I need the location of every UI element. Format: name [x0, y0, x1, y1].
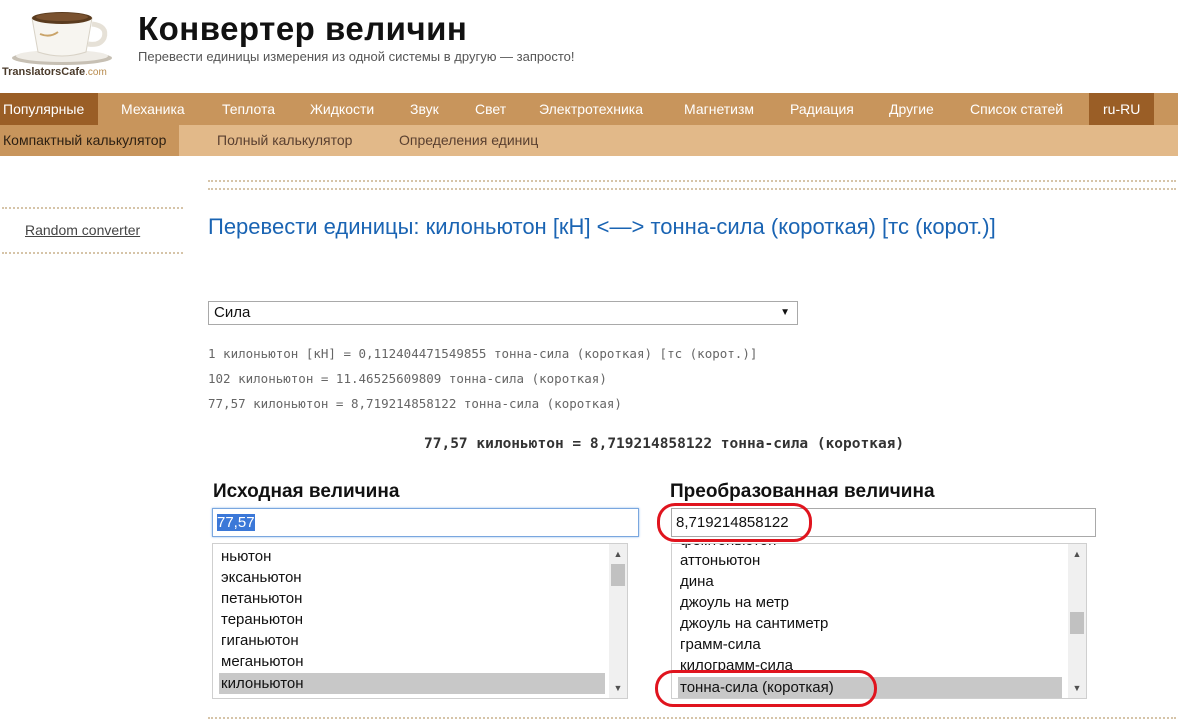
- result-line-2: 102 килоньютон = 11.46525609809 тонна-си…: [208, 371, 607, 386]
- random-converter-link[interactable]: Random converter: [25, 222, 140, 238]
- from-unit-option[interactable]: ньютон: [219, 546, 609, 567]
- dropdown-arrow-icon: ▼: [780, 307, 790, 318]
- to-unit-option[interactable]: килограмм-сила: [678, 655, 1068, 676]
- nav-item-magnetism[interactable]: Магнетизм: [684, 93, 754, 125]
- result-line-1: 1 килоньютон [кН] = 0,112404471549855 то…: [208, 346, 758, 361]
- scroll-down-icon[interactable]: ▼: [1068, 680, 1086, 696]
- to-unit-option[interactable]: джоуль на метр: [678, 592, 1068, 613]
- nav-item-sound[interactable]: Звук: [410, 93, 439, 125]
- from-unit-option[interactable]: гиганьютон: [219, 630, 609, 651]
- to-value-text: 8,719214858122: [676, 514, 789, 531]
- from-value-text: 77,57: [217, 514, 255, 531]
- scroll-up-icon[interactable]: ▲: [1068, 546, 1086, 562]
- main-nav: Популярные Механика Теплота Жидкости Зву…: [0, 93, 1178, 125]
- sub-nav: Компактный калькулятор Полный калькулято…: [0, 125, 1178, 156]
- from-value-input[interactable]: 77,57: [212, 508, 639, 537]
- to-value-input[interactable]: 8,719214858122: [671, 508, 1096, 537]
- nav-item-mechanics[interactable]: Механика: [121, 93, 185, 125]
- divider: [208, 717, 1176, 719]
- main-result: 77,57 килоньютон = 8,719214858122 тонна-…: [424, 436, 905, 452]
- site-title: Конвертер величин: [138, 10, 468, 47]
- nav-item-electrical[interactable]: Электротехника: [539, 93, 643, 125]
- category-select-value: Сила: [214, 304, 251, 321]
- scroll-up-icon[interactable]: ▲: [609, 546, 627, 562]
- divider: [208, 188, 1176, 190]
- to-list-scrollbar[interactable]: ▲ ▼: [1068, 544, 1086, 698]
- nav-item-light[interactable]: Свет: [475, 93, 506, 125]
- divider: [208, 180, 1176, 182]
- divider: [2, 252, 183, 254]
- from-title: Исходная величина: [213, 481, 400, 502]
- category-select[interactable]: Сила ▼: [208, 301, 798, 325]
- site-logo[interactable]: TranslatorsCafe.com: [0, 0, 128, 86]
- page-title: Перевести единицы: килоньютон [кН] <—> т…: [208, 214, 996, 239]
- to-unit-option-selected[interactable]: тонна-сила (короткая): [678, 677, 1062, 698]
- result-line-3: 77,57 килоньютон = 8,719214858122 тонна-…: [208, 396, 622, 411]
- from-unit-option[interactable]: меганьютон: [219, 651, 609, 672]
- subnav-full-calculator[interactable]: Полный калькулятор: [217, 125, 352, 156]
- to-unit-option[interactable]: аттоньютон: [678, 550, 1068, 571]
- nav-item-other[interactable]: Другие: [889, 93, 934, 125]
- from-unit-option[interactable]: эксаньютон: [219, 567, 609, 588]
- to-unit-option[interactable]: дина: [678, 571, 1068, 592]
- nav-item-fluids[interactable]: Жидкости: [310, 93, 374, 125]
- site-subtitle: Перевести единицы измерения из одной сис…: [138, 49, 575, 64]
- scrollbar-thumb[interactable]: [611, 564, 625, 586]
- from-list-scrollbar[interactable]: ▲ ▼: [609, 544, 627, 698]
- to-unit-option[interactable]: грамм-сила: [678, 634, 1068, 655]
- from-unit-option-selected[interactable]: килоньютон: [219, 673, 605, 694]
- nav-item-radiation[interactable]: Радиация: [790, 93, 854, 125]
- from-unit-list[interactable]: ньютон эксаньютон петаньютон тераньютон …: [212, 543, 628, 699]
- nav-item-articles[interactable]: Список статей: [970, 93, 1063, 125]
- nav-item-language[interactable]: ru-RU: [1089, 93, 1155, 125]
- divider: [2, 207, 183, 209]
- subnav-unit-definitions[interactable]: Определения единиц: [399, 125, 538, 156]
- nav-item-heat[interactable]: Теплота: [222, 93, 275, 125]
- to-unit-option[interactable]: джоуль на сантиметр: [678, 613, 1068, 634]
- scroll-down-icon[interactable]: ▼: [609, 680, 627, 696]
- scrollbar-thumb[interactable]: [1070, 612, 1084, 634]
- subnav-compact-calculator[interactable]: Компактный калькулятор: [0, 125, 180, 156]
- coffee-cup-icon: [12, 12, 112, 65]
- from-unit-option[interactable]: петаньютон: [219, 588, 609, 609]
- nav-item-popular[interactable]: Популярные: [0, 93, 99, 125]
- logo-text: TranslatorsCafe.com: [2, 66, 107, 78]
- to-title: Преобразованная величина: [670, 481, 935, 502]
- from-unit-option[interactable]: тераньютон: [219, 609, 609, 630]
- to-unit-list[interactable]: фемтоньютон аттоньютон дина джоуль на ме…: [671, 543, 1087, 699]
